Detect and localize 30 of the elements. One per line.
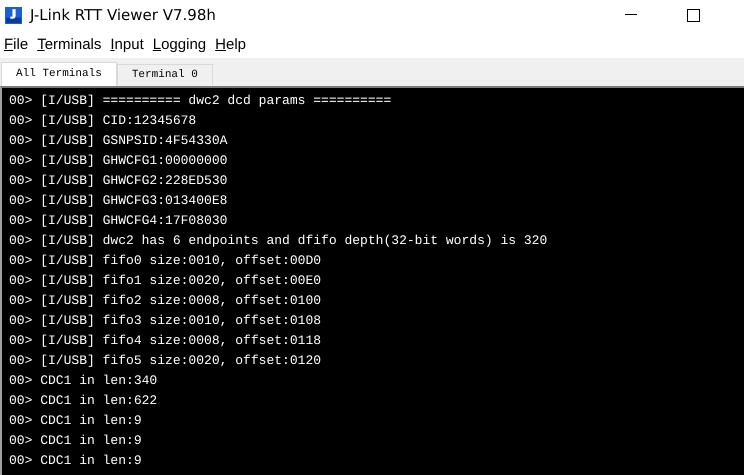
tab[interactable]: Terminal 0 — [116, 64, 213, 85]
log-line: 00> [I/USB] dwc2 has 6 endpoints and dfifo depth(32-bit words) is 320 — [9, 232, 548, 250]
log-line: 00> [I/USB] ========== dwc2 dcd params ========== — [9, 92, 392, 110]
log-line: 00> CDC1 in len:340 — [9, 372, 158, 390]
log-line: 00> [I/USB] fifo5 size:0020, offset:0120 — [9, 352, 322, 370]
menu-item[interactable]: Input — [110, 34, 144, 54]
log-line: 00> CDC1 in len:9 — [9, 452, 143, 470]
log-line: 00> [I/USB] GHWCFG1:00000000 — [9, 152, 228, 170]
log-line: 00> [I/USB] fifo3 size:0010, offset:0108 — [9, 312, 322, 330]
menu-item[interactable]: Terminals — [37, 34, 102, 54]
log-line: 00> [I/USB] CID:12345678 — [9, 112, 198, 130]
log-line: 00> CDC1 in len:9 — [9, 432, 143, 450]
log-line: 00> [I/USB] fifo1 size:0020, offset:00E0 — [9, 272, 322, 290]
log-line: 00> [I/USB] GSNPSID:4F54330A — [9, 132, 228, 150]
menu-item[interactable]: File — [4, 34, 28, 54]
log-line: 00> [I/USB] fifo2 size:0008, offset:0100 — [9, 292, 322, 310]
log-line: 00> [I/USB] fifo0 size:0010, offset:00D0 — [9, 252, 322, 270]
log-line: 00> [I/USB] GHWCFG3:013400E8 — [9, 192, 228, 210]
log-line: 00> [I/USB] GHWCFG4:17F08030 — [9, 212, 228, 230]
window-title: J-Link RTT Viewer V7.98h — [30, 6, 216, 24]
log-line: 00> [I/USB] fifo4 size:0008, offset:0118 — [9, 332, 322, 350]
log-line: 00> [I/USB] GHWCFG2:228ED530 — [9, 172, 228, 190]
maximize-icon — [686, 8, 700, 22]
tab[interactable]: All Terminals — [1, 62, 117, 86]
log-line: 00> CDC1 in len:9 — [9, 412, 143, 430]
app-logo-icon — [5, 6, 22, 24]
menu-item[interactable]: Logging — [152, 34, 206, 54]
minimize-icon — [625, 14, 637, 16]
log-line: 00> CDC1 in len:622 — [9, 392, 158, 410]
menu-item[interactable]: Help — [215, 34, 246, 54]
